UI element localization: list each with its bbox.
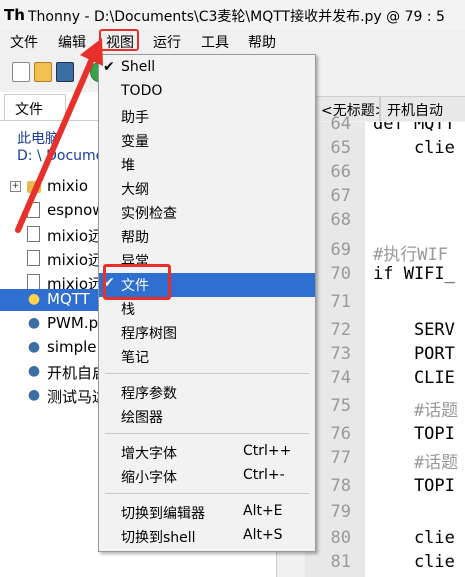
file-name: simple bbox=[47, 338, 97, 356]
menu-help[interactable]: 帮助 bbox=[248, 32, 276, 52]
code-editor[interactable]: def MQTT clie #执行WIF if WIFI_ SERV PORT … bbox=[365, 122, 465, 577]
menu-item-heap[interactable]: 堆 bbox=[99, 153, 315, 177]
menu-item-label: TODO bbox=[121, 83, 163, 99]
menu-item-shell[interactable]: ✔ Shell bbox=[99, 57, 315, 81]
code-line: def MQTT bbox=[373, 122, 455, 134]
menu-item-decrease-font[interactable]: 缩小字体 Ctrl+- bbox=[99, 465, 315, 489]
menu-item-label: 程序树图 bbox=[121, 326, 177, 342]
code-line: TOPI bbox=[373, 424, 455, 444]
python-file-icon: ● bbox=[27, 291, 41, 307]
code-line: PORT bbox=[373, 344, 455, 364]
menu-item-label: 切换到编辑器 bbox=[121, 506, 205, 522]
open-folder-icon[interactable] bbox=[34, 62, 52, 82]
menu-item-shortcut: Alt+E bbox=[243, 503, 283, 519]
code-line: TOPI bbox=[373, 476, 455, 496]
menu-item-label: 缩小字体 bbox=[121, 470, 177, 486]
python-file-icon: ● bbox=[27, 339, 41, 355]
expand-icon[interactable]: + bbox=[10, 181, 21, 192]
menu-item-label: 程序参数 bbox=[121, 386, 177, 402]
menu-separator bbox=[105, 493, 309, 494]
menu-item-label: 变量 bbox=[121, 134, 149, 150]
code-line: if WIFI_ bbox=[373, 264, 455, 284]
save-icon[interactable] bbox=[56, 62, 74, 82]
code-line: #执行WIF bbox=[373, 245, 448, 265]
title-bar: Th Thonny - D:\Documents\C3麦轮\MQTT接收并发布.… bbox=[0, 0, 465, 30]
menu-item-label: 增大字体 bbox=[121, 446, 177, 462]
menu-item-todo[interactable]: TODO bbox=[99, 81, 315, 105]
menu-item-object-inspector[interactable]: 实例检查 bbox=[99, 201, 315, 225]
menu-separator bbox=[105, 433, 309, 434]
line-number: 81 bbox=[330, 552, 351, 572]
menu-item-label: 帮助 bbox=[121, 230, 149, 246]
menu-item-stack[interactable]: 栈 bbox=[99, 297, 315, 321]
code-line: SERV bbox=[373, 320, 455, 340]
menu-bar: 文件 编辑 视图 运行 工具 帮助 bbox=[0, 30, 465, 52]
menu-item-label: 实例检查 bbox=[121, 206, 177, 222]
menu-item-focus-shell[interactable]: 切换到shell Alt+S bbox=[99, 525, 315, 549]
file-name: espnow bbox=[47, 201, 105, 219]
menu-item-label: 助手 bbox=[121, 110, 149, 126]
file-name: mixio远 bbox=[47, 251, 104, 269]
python-file-icon: ● bbox=[27, 363, 41, 379]
menu-item-label: 切换到shell bbox=[121, 530, 196, 546]
tab-autostart[interactable]: 开机自动 bbox=[380, 96, 465, 121]
code-line: clie bbox=[373, 552, 455, 572]
file-name: MQTT bbox=[47, 290, 90, 308]
menu-item-label: Shell bbox=[121, 59, 156, 75]
code-line: CLIE bbox=[373, 368, 455, 388]
menu-item-label: 栈 bbox=[121, 302, 135, 318]
menu-item-plotter[interactable]: 绘图器 bbox=[99, 405, 315, 429]
menu-item-help[interactable]: 帮助 bbox=[99, 225, 315, 249]
menu-file[interactable]: 文件 bbox=[10, 32, 38, 52]
python-file-icon: ● bbox=[27, 315, 41, 331]
file-icon bbox=[27, 202, 40, 218]
menu-item-label: 绘图器 bbox=[121, 410, 163, 426]
this-pc-link[interactable]: 此电脑 bbox=[17, 128, 59, 148]
menu-item-variables[interactable]: 变量 bbox=[99, 129, 315, 153]
folder-icon bbox=[27, 181, 41, 193]
new-file-icon[interactable] bbox=[12, 62, 30, 82]
file-name: mixio远 bbox=[47, 227, 104, 245]
file-icon bbox=[27, 274, 40, 290]
python-file-icon: ● bbox=[27, 387, 41, 403]
menu-item-label: 堆 bbox=[121, 158, 135, 174]
files-tab[interactable]: 文件 bbox=[4, 94, 66, 121]
tab-label: 开机自动 bbox=[387, 103, 443, 119]
menu-item-assistant[interactable]: 助手 bbox=[99, 105, 315, 129]
files-tab-label: 文件 bbox=[15, 102, 43, 118]
checkmark-icon: ✔ bbox=[103, 59, 115, 75]
window-title: Thonny - D:\Documents\C3麦轮\MQTT接收并发布.py … bbox=[28, 9, 445, 25]
thonny-logo-icon: Th bbox=[4, 6, 25, 24]
menu-separator bbox=[105, 373, 309, 374]
code-line: #话题 bbox=[373, 453, 459, 473]
code-line: #话题 bbox=[373, 401, 459, 421]
menu-item-label: 笔记 bbox=[121, 350, 149, 366]
menu-item-shortcut: Ctrl+- bbox=[243, 467, 285, 483]
annotation-box-files-item bbox=[103, 264, 171, 300]
menu-item-increase-font[interactable]: 增大字体 Ctrl++ bbox=[99, 441, 315, 465]
menu-item-shortcut: Ctrl++ bbox=[243, 443, 292, 459]
menu-item-notes[interactable]: 笔记 bbox=[99, 345, 315, 369]
menu-item-program-arguments[interactable]: 程序参数 bbox=[99, 381, 315, 405]
code-line: clie bbox=[373, 138, 455, 158]
menu-item-focus-editor[interactable]: 切换到编辑器 Alt+E bbox=[99, 501, 315, 525]
file-name: mixio bbox=[47, 177, 89, 195]
menu-item-program-tree[interactable]: 程序树图 bbox=[99, 321, 315, 345]
menu-run[interactable]: 运行 bbox=[153, 32, 181, 52]
view-menu-dropdown: ✔ Shell TODO 助手 变量 堆 大纲 实例检查 帮助 异常 ✔ 文件 … bbox=[98, 54, 316, 552]
file-icon bbox=[27, 250, 40, 266]
menu-item-shortcut: Alt+S bbox=[243, 527, 283, 543]
menu-edit[interactable]: 编辑 bbox=[58, 32, 86, 52]
menu-item-outline[interactable]: 大纲 bbox=[99, 177, 315, 201]
menu-item-label: 大纲 bbox=[121, 182, 149, 198]
menu-tools[interactable]: 工具 bbox=[201, 32, 229, 52]
file-icon bbox=[27, 226, 40, 242]
code-line: clie bbox=[373, 528, 455, 548]
annotation-box-view-menu bbox=[99, 29, 139, 51]
